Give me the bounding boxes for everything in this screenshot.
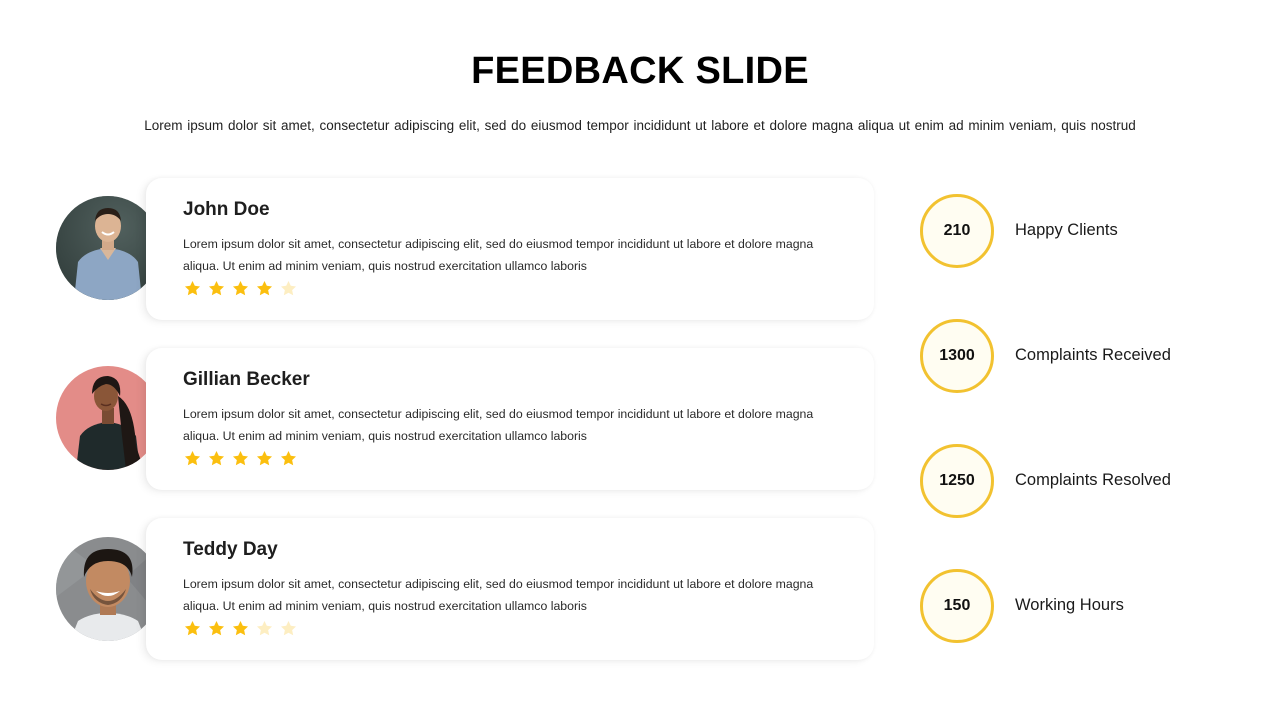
page-title: FEEDBACK SLIDE	[471, 50, 809, 92]
star-filled-icon	[183, 279, 202, 298]
stat-value: 1300	[920, 319, 994, 393]
stat-label: Happy Clients	[1015, 221, 1118, 239]
star-empty-icon	[279, 619, 298, 638]
stat-label: Complaints Received	[1015, 346, 1171, 364]
testimonial-text: Lorem ipsum dolor sit amet, consectetur …	[183, 577, 814, 613]
star-empty-icon	[255, 619, 274, 638]
star-filled-icon	[207, 449, 226, 468]
stat-label: Working Hours	[1015, 596, 1124, 614]
avatar	[56, 196, 160, 300]
stat-happy-clients: 210 Happy Clients	[920, 194, 1220, 270]
testimonial-name: Teddy Day	[183, 539, 278, 560]
testimonial-card: Gillian Becker Lorem ipsum dolor sit ame…	[146, 348, 874, 490]
star-rating	[183, 619, 298, 638]
star-empty-icon	[279, 279, 298, 298]
star-filled-icon	[183, 619, 202, 638]
star-filled-icon	[279, 449, 298, 468]
star-filled-icon	[183, 449, 202, 468]
star-filled-icon	[231, 619, 250, 638]
testimonial-row: Teddy Day Lorem ipsum dolor sit amet, co…	[56, 518, 886, 668]
avatar	[56, 366, 160, 470]
testimonial-text: Lorem ipsum dolor sit amet, consectetur …	[183, 237, 814, 273]
testimonial-name: John Doe	[183, 199, 270, 220]
testimonial-row: Gillian Becker Lorem ipsum dolor sit ame…	[56, 348, 886, 498]
avatar	[56, 537, 160, 641]
star-rating	[183, 279, 298, 298]
star-filled-icon	[231, 449, 250, 468]
testimonial-card: John Doe Lorem ipsum dolor sit amet, con…	[146, 178, 874, 320]
testimonial-text: Lorem ipsum dolor sit amet, consectetur …	[183, 407, 814, 443]
page-subtitle: Lorem ipsum dolor sit amet, consectetur …	[144, 118, 1136, 133]
man-blue-shirt-photo-icon	[56, 196, 160, 300]
stat-complaints-received: 1300 Complaints Received	[920, 319, 1220, 395]
star-filled-icon	[255, 279, 274, 298]
stat-value: 150	[920, 569, 994, 643]
stat-value: 1250	[920, 444, 994, 518]
testimonial-card: Teddy Day Lorem ipsum dolor sit amet, co…	[146, 518, 874, 660]
star-rating	[183, 449, 298, 468]
stat-label: Complaints Resolved	[1015, 471, 1171, 489]
star-filled-icon	[207, 279, 226, 298]
woman-pink-background-photo-icon	[56, 366, 160, 470]
star-filled-icon	[231, 279, 250, 298]
stat-complaints-resolved: 1250 Complaints Resolved	[920, 444, 1220, 520]
star-filled-icon	[255, 449, 274, 468]
testimonial-name: Gillian Becker	[183, 369, 310, 390]
star-filled-icon	[207, 619, 226, 638]
stat-working-hours: 150 Working Hours	[920, 569, 1220, 645]
smiling-man-photo-icon	[56, 537, 160, 641]
testimonial-row: John Doe Lorem ipsum dolor sit amet, con…	[56, 178, 886, 328]
stat-value: 210	[920, 194, 994, 268]
